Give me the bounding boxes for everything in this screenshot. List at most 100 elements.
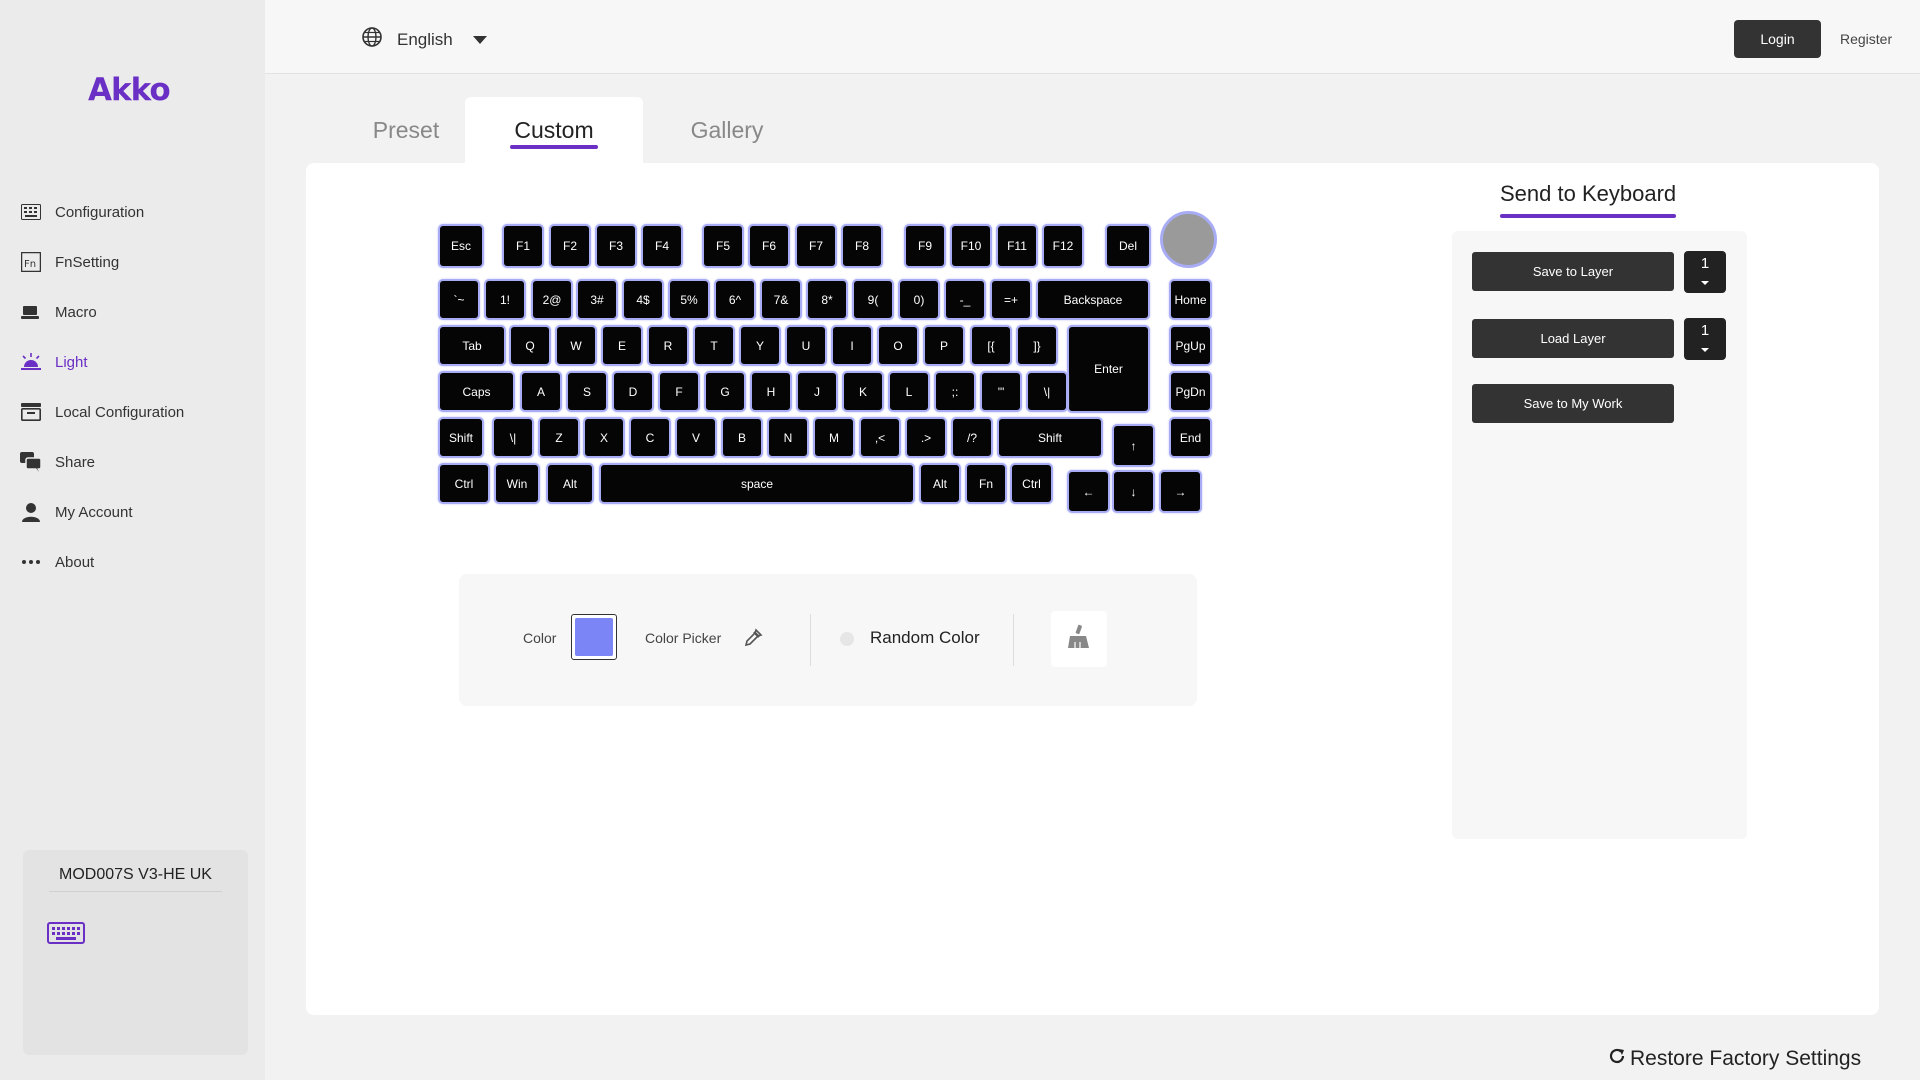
keyboard-key[interactable]: A [520,371,562,412]
keyboard-key[interactable]: PgUp [1169,325,1212,366]
keyboard-key[interactable]: .> [905,417,947,458]
keyboard-key[interactable]: K [842,371,884,412]
random-color-label[interactable]: Random Color [870,628,980,648]
keyboard-key[interactable]: 4$ [622,279,664,320]
keyboard-key[interactable]: Ctrl [438,463,490,504]
keyboard-key[interactable]: M [813,417,855,458]
keyboard-key[interactable]: S [566,371,608,412]
keyboard-key[interactable]: O [877,325,919,366]
keyboard-key[interactable]: Fn [965,463,1007,504]
keyboard-key[interactable]: F9 [904,224,946,268]
keyboard-key[interactable]: T [693,325,735,366]
keyboard-key[interactable]: Alt [919,463,961,504]
keyboard-key[interactable]: F3 [595,224,637,268]
keyboard-key[interactable]: Enter [1067,325,1150,413]
language-selector[interactable]: English [362,27,487,52]
keyboard-key[interactable]: V [675,417,717,458]
keyboard-key[interactable]: PgDn [1169,371,1212,412]
keyboard-key[interactable]: N [767,417,809,458]
keyboard-key[interactable]: E [601,325,643,366]
keyboard-key[interactable]: F1 [502,224,544,268]
keyboard-key[interactable]: Shift [997,417,1103,458]
clear-color-button[interactable] [1051,611,1107,667]
keyboard-key[interactable]: H [750,371,792,412]
keyboard-key[interactable]: \| [492,417,534,458]
keyboard-key[interactable]: U [785,325,827,366]
restore-factory-settings-button[interactable]: Restore Factory Settings [1608,1047,1861,1071]
save-layer-select[interactable]: 1 [1684,251,1726,293]
keyboard-key[interactable]: 8* [806,279,848,320]
keyboard-key[interactable]: F11 [996,224,1038,268]
keyboard-key[interactable]: L [888,371,930,412]
keyboard-key[interactable]: -_ [944,279,986,320]
keyboard-key[interactable]: F10 [950,224,992,268]
keyboard-key[interactable]: J [796,371,838,412]
sidebar-item-light[interactable]: Light [0,337,265,387]
keyboard-key[interactable]: F4 [641,224,683,268]
sidebar-item-local-configuration[interactable]: Local Configuration [0,387,265,437]
keyboard-key[interactable]: =+ [990,279,1032,320]
keyboard-key[interactable]: Shift [438,417,484,458]
keyboard-key[interactable]: F [658,371,700,412]
keyboard-key[interactable]: → [1159,470,1202,513]
sidebar-item-about[interactable]: About [0,537,265,587]
eyedropper-icon[interactable] [743,628,763,653]
keyboard-key[interactable]: F8 [841,224,883,268]
keyboard-key[interactable]: Home [1169,279,1212,320]
keyboard-key[interactable]: ↑ [1112,424,1155,467]
keyboard-key[interactable]: Ctrl [1010,463,1053,504]
keyboard-key[interactable]: F2 [549,224,591,268]
keyboard-key[interactable]: F6 [748,224,790,268]
keyboard-key[interactable]: 1! [484,279,526,320]
keyboard-key[interactable]: F7 [795,224,837,268]
akko-logo[interactable]: Akko [88,72,171,108]
register-link[interactable]: Register [1840,31,1892,47]
keyboard-key[interactable]: Caps [438,371,515,412]
sidebar-item-fnsetting[interactable]: Fn FnSetting [0,237,265,287]
volume-knob[interactable] [1160,211,1217,268]
keyboard-key[interactable]: G [704,371,746,412]
keyboard-key[interactable]: F5 [702,224,744,268]
keyboard-key[interactable]: 0) [898,279,940,320]
keyboard-key[interactable]: I [831,325,873,366]
color-swatch[interactable] [571,614,617,660]
keyboard-key[interactable]: Tab [438,325,506,366]
sidebar-item-share[interactable]: Share [0,437,265,487]
keyboard-key[interactable]: F12 [1042,224,1084,268]
keyboard-key[interactable]: ,< [859,417,901,458]
login-button[interactable]: Login [1734,20,1821,58]
keyboard-key[interactable]: X [583,417,625,458]
keyboard-key[interactable]: /? [951,417,993,458]
keyboard-key[interactable]: Del [1105,224,1151,268]
send-to-keyboard-title[interactable]: Send to Keyboard [1500,181,1677,218]
keyboard-key[interactable]: ↓ [1112,470,1155,513]
tab-gallery[interactable]: Gallery [660,97,794,163]
keyboard-key[interactable]: `~ [438,279,480,320]
keyboard-key[interactable]: [{ [970,325,1012,366]
random-color-radio[interactable] [840,632,854,646]
keyboard-key[interactable]: Esc [438,224,484,268]
load-layer-button[interactable]: Load Layer [1472,319,1674,358]
keyboard-key[interactable]: 6^ [714,279,756,320]
sidebar-item-my-account[interactable]: My Account [0,487,265,537]
keyboard-key[interactable]: D [612,371,654,412]
keyboard-key[interactable]: ]} [1016,325,1058,366]
keyboard-key[interactable]: space [599,463,915,504]
keyboard-key[interactable]: Y [739,325,781,366]
keyboard-key[interactable]: Alt [546,463,594,504]
save-to-my-work-button[interactable]: Save to My Work [1472,384,1674,423]
tab-custom[interactable]: Custom [465,97,643,163]
color-picker-label[interactable]: Color Picker [645,630,721,646]
keyboard-key[interactable]: 5% [668,279,710,320]
keyboard-key[interactable]: P [923,325,965,366]
keyboard-key[interactable]: Win [494,463,540,504]
tab-preset[interactable]: Preset [340,97,472,163]
keyboard-key[interactable]: R [647,325,689,366]
device-card[interactable]: MOD007S V3-HE UK [23,850,248,1055]
sidebar-item-configuration[interactable]: Configuration [0,187,265,237]
keyboard-key[interactable]: W [555,325,597,366]
save-to-layer-button[interactable]: Save to Layer [1472,252,1674,291]
keyboard-key[interactable]: Backspace [1036,279,1150,320]
keyboard-key[interactable]: ← [1067,470,1110,513]
keyboard-key[interactable]: ;: [934,371,976,412]
